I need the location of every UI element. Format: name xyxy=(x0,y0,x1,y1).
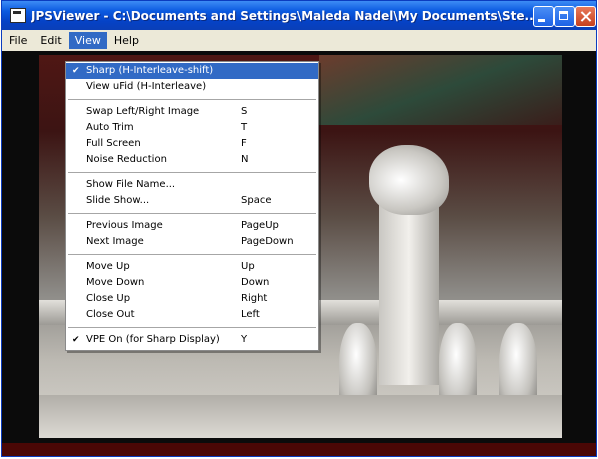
view-menu-item-label: Move Down xyxy=(86,277,145,288)
view-menu-item-shortcut: T xyxy=(241,122,248,133)
photo-floor xyxy=(39,395,562,438)
view-menu-item[interactable]: Noise Reduction N xyxy=(66,152,318,168)
view-menu-item-label: Swap Left/Right Image xyxy=(86,106,200,117)
view-menu-item[interactable]: View uFid (H-Interleave) xyxy=(66,79,318,95)
menu-file[interactable]: File xyxy=(3,32,33,49)
view-menu-item[interactable]: Move Down Down xyxy=(66,275,318,291)
view-menu-item-shortcut: PageUp xyxy=(241,220,279,231)
menu-separator xyxy=(68,99,316,100)
window-title: JPSViewer - C:\Documents and Settings\Ma… xyxy=(31,8,536,23)
menu-separator xyxy=(68,327,316,328)
view-menu-item-label: Previous Image xyxy=(86,220,163,231)
view-menu-item[interactable]: Full Screen F xyxy=(66,136,318,152)
menu-help[interactable]: Help xyxy=(108,32,145,49)
view-menu-item[interactable]: Swap Left/Right Image S xyxy=(66,104,318,120)
menu-edit[interactable]: Edit xyxy=(34,32,67,49)
close-button[interactable] xyxy=(575,6,596,27)
view-menu-item[interactable]: ✔ Sharp (H-Interleave-shift) xyxy=(66,63,318,79)
app-icon[interactable] xyxy=(10,8,26,23)
view-menu-item-shortcut: Space xyxy=(241,195,272,206)
view-menu-item-label: Move Up xyxy=(86,261,130,272)
menu-bar: File Edit View Help xyxy=(2,30,596,51)
view-menu-item-shortcut: F xyxy=(241,138,247,149)
view-menu-item-shortcut: N xyxy=(241,154,249,165)
view-menu-item-shortcut: S xyxy=(241,106,248,117)
menu-separator xyxy=(68,254,316,255)
view-menu-item[interactable]: ✔ VPE On (for Sharp Display) Y xyxy=(66,332,318,348)
photo-statue xyxy=(369,145,449,215)
menu-separator xyxy=(68,172,316,173)
checkmark-icon: ✔ xyxy=(72,335,80,345)
view-menu-item-shortcut: Down xyxy=(241,277,270,288)
view-menu-item-shortcut: Left xyxy=(241,309,260,320)
photo-roof xyxy=(319,55,562,125)
view-menu-item[interactable]: Show File Name... xyxy=(66,177,318,193)
view-menu-item-label: Noise Reduction xyxy=(86,154,167,165)
view-menu-item-label: Auto Trim xyxy=(86,122,134,133)
view-menu-item-shortcut: Y xyxy=(241,334,248,345)
view-menu-item[interactable]: Close Up Right xyxy=(66,291,318,307)
bottom-strip xyxy=(2,443,596,456)
view-menu-item-label: Next Image xyxy=(86,236,144,247)
view-menu-item[interactable]: Auto Trim T xyxy=(66,120,318,136)
view-menu-item-label: Show File Name... xyxy=(86,179,176,190)
menu-separator xyxy=(68,213,316,214)
view-menu-item[interactable]: Slide Show... Space xyxy=(66,193,318,209)
view-dropdown-menu: ✔ Sharp (H-Interleave-shift) View uFid (H-… xyxy=(65,61,319,351)
view-menu-item-label: View uFid (H-Interleave) xyxy=(86,81,207,92)
view-menu-item[interactable]: Move Up Up xyxy=(66,259,318,275)
view-menu-item-label: Close Up xyxy=(86,293,131,304)
view-menu-item-label: Sharp (H-Interleave-shift) xyxy=(86,65,214,76)
minimize-button[interactable] xyxy=(533,6,554,27)
view-menu-item-shortcut: Right xyxy=(241,293,268,304)
menu-view[interactable]: View xyxy=(68,32,107,49)
view-menu-item-label: Close Out xyxy=(86,309,135,320)
view-menu-item-label: Slide Show... xyxy=(86,195,150,206)
view-menu-item-shortcut: Up xyxy=(241,261,255,272)
view-menu-item-shortcut: PageDown xyxy=(241,236,294,247)
maximize-button[interactable] xyxy=(554,6,575,27)
view-menu-item[interactable]: Close Out Left xyxy=(66,307,318,323)
view-menu-item[interactable]: Previous Image PageUp xyxy=(66,218,318,234)
title-bar[interactable]: JPSViewer - C:\Documents and Settings\Ma… xyxy=(2,1,596,30)
checkmark-icon: ✔ xyxy=(72,66,80,76)
view-menu-item-label: Full Screen xyxy=(86,138,141,149)
view-menu-item-label: VPE On (for Sharp Display) xyxy=(86,334,220,345)
view-menu-item[interactable]: Next Image PageDown xyxy=(66,234,318,250)
